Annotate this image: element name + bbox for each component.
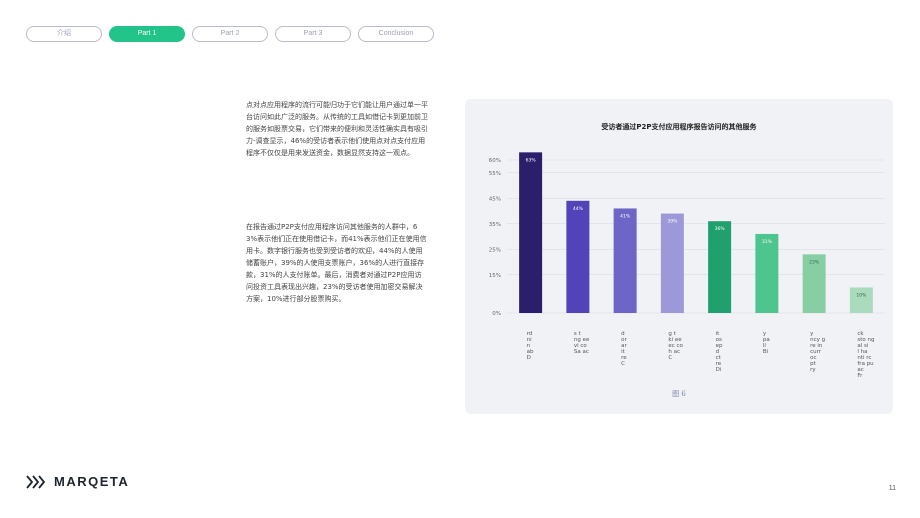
bar-value-label: 63% (526, 157, 537, 163)
y-tick-label: 35% (489, 222, 501, 228)
y-tick-label: 45% (489, 196, 501, 202)
tab-part-1[interactable]: Part 1 (109, 26, 185, 42)
tab-part-2[interactable]: Part 2 (192, 26, 268, 42)
bar (566, 200, 590, 313)
bar-value-label: 39% (667, 219, 678, 225)
logo-chevrons-icon (26, 474, 46, 489)
section-nav: 介绍 Part 1 Part 2 Part 3 Conclusion (26, 26, 434, 42)
page-number: 11 (888, 485, 896, 492)
bar-value-label: 10% (856, 293, 867, 299)
body-paragraph-2: 在报告通过P2P支付应用程序访问其他服务的人群中，63%表示他们正在使用借记卡，… (246, 223, 427, 303)
bar-chart: 0% 15% 25% 35% 45% 55% 60% 63% rd ni n ab D 44% s t ng … (489, 152, 885, 379)
tab-intro[interactable]: 介绍 (26, 26, 102, 42)
x-category-label: g t ki ee ec co h ac C (668, 331, 683, 361)
y-tick-label: 0% (492, 311, 501, 317)
chart-card: 受访者通过P2P支付应用程序报告访问的其他服务 0% 15% 25% 35% 45% 55… (465, 99, 893, 414)
logo-text: MARQETA (54, 474, 130, 489)
marqeta-logo: MARQETA (26, 474, 129, 489)
x-category-label: s t ng ee vi co Sa ac (574, 331, 590, 355)
bar (708, 221, 732, 313)
x-category-label: rd ni n ab D (527, 331, 534, 361)
x-category-label: y ncy g re in curr oc pt ry (810, 331, 825, 373)
bar (660, 213, 684, 313)
y-tick-label: 25% (489, 247, 501, 253)
x-category-label: ck sto ng al si l ha nti rc fra pu ac Fr (857, 331, 874, 379)
y-tick-label: 60% (489, 158, 501, 164)
bar-value-label: 36% (715, 226, 726, 232)
bar-value-label: 44% (573, 206, 584, 212)
x-category-label: d or ar it re C (621, 331, 627, 367)
x-category-label: y pa ll Bi (763, 331, 770, 355)
figure-caption: 图 6 (672, 390, 686, 398)
y-tick-label: 15% (489, 273, 501, 279)
bar-value-label: 41% (620, 213, 631, 219)
tab-part-3[interactable]: Part 3 (275, 26, 351, 42)
bar-value-label: 23% (809, 259, 820, 265)
body-paragraph-1: 点对点应用程序的流行可能归功于它们能让用户通过单一平台访问如此广泛的服务。从传统… (246, 101, 428, 157)
y-tick-label: 55% (489, 171, 501, 177)
bar (755, 233, 779, 313)
bar (849, 287, 873, 313)
tab-conclusion[interactable]: Conclusion (358, 26, 434, 42)
bar-value-label: 31% (762, 239, 773, 245)
bar (613, 208, 637, 313)
bar (519, 152, 543, 313)
x-category-label: it os ep d ct re Di (716, 331, 723, 373)
